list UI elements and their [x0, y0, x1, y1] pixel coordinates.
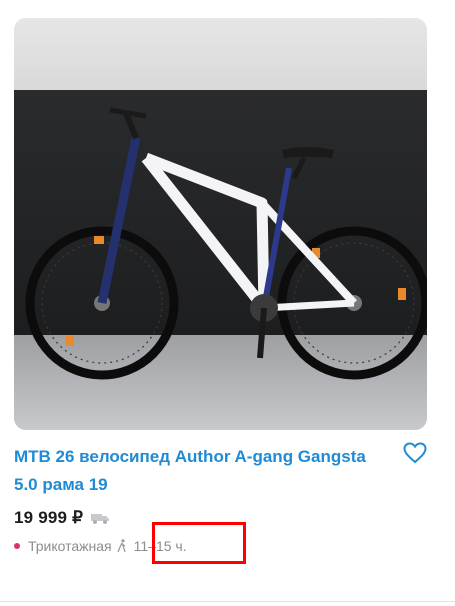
listing-card[interactable]: МТВ 26 велосипед Author A-gang Gangsta 5…	[0, 0, 455, 606]
heart-outline-icon	[403, 442, 427, 464]
listing-price: 19 999 ₽	[14, 508, 84, 527]
listing-photo[interactable]	[14, 18, 427, 430]
metro-line-icon	[14, 543, 20, 549]
bicycle-image	[25, 107, 427, 380]
highlight-box	[152, 522, 246, 564]
favorite-button[interactable]	[401, 440, 429, 466]
price-row: 19 999 ₽	[14, 506, 110, 530]
listing-title[interactable]: МТВ 26 велосипед Author A-gang Gangsta 5…	[14, 443, 374, 499]
walking-person-icon	[117, 539, 126, 553]
metro-station: Трикотажная	[28, 538, 112, 554]
divider	[0, 601, 455, 602]
truck-icon	[91, 514, 110, 524]
